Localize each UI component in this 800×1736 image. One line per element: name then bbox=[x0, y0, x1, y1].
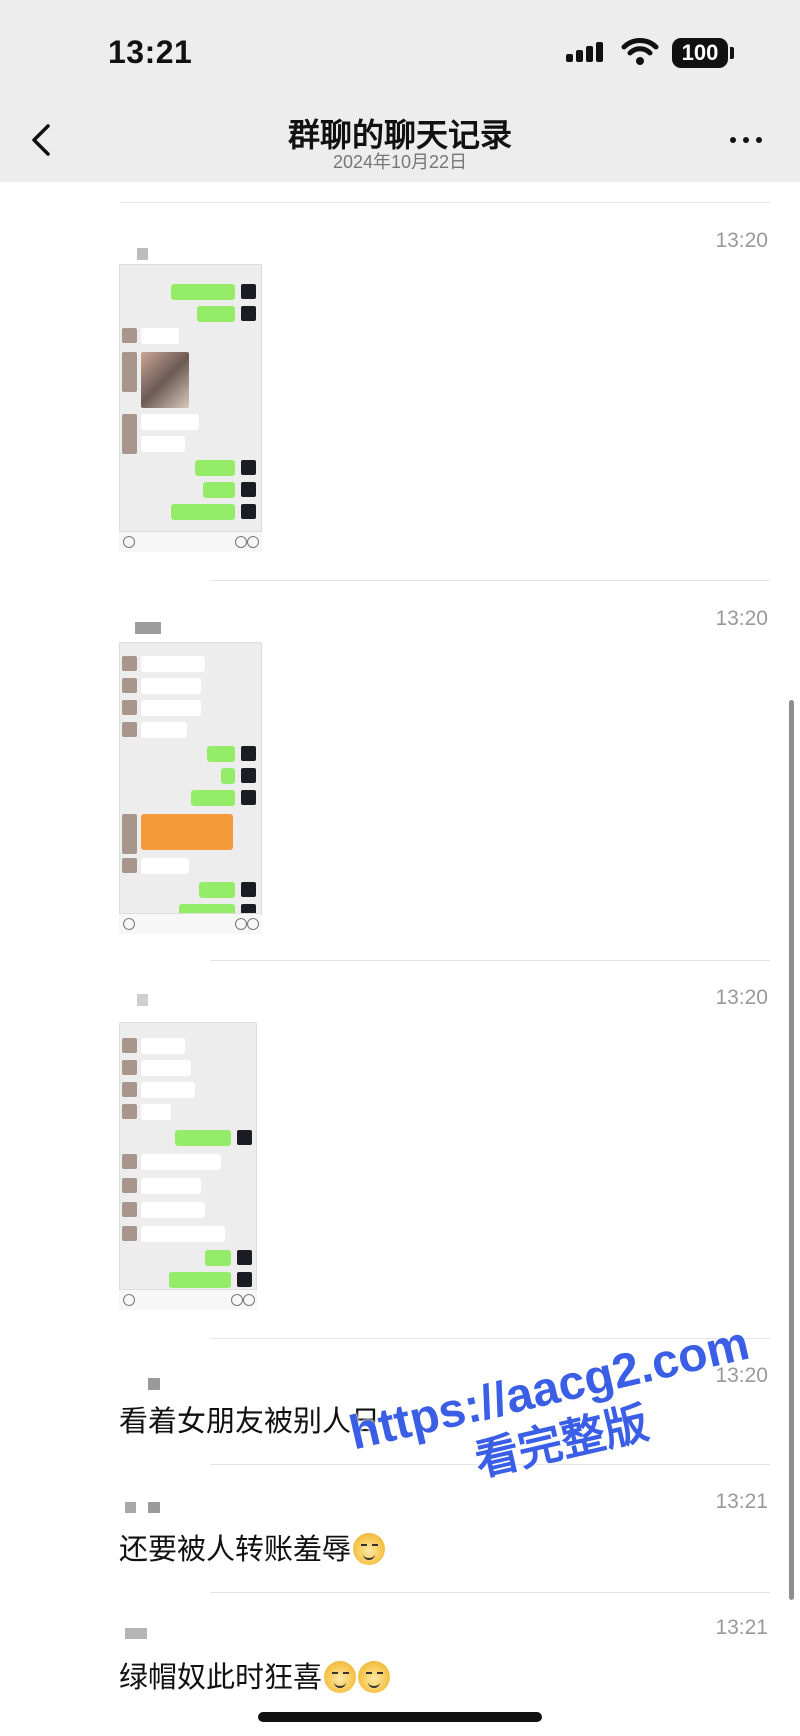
screenshot-image[interactable] bbox=[119, 642, 262, 934]
message-row: 绿帽奴此时狂喜 bbox=[119, 1654, 391, 1696]
screenshot-image[interactable] bbox=[119, 1022, 257, 1310]
battery-icon: 100 bbox=[672, 38, 728, 68]
message-divider bbox=[210, 1592, 770, 1593]
battery-tip bbox=[730, 47, 734, 59]
wifi-icon bbox=[621, 38, 659, 65]
sender-avatar bbox=[148, 1502, 160, 1513]
screenshot-image[interactable] bbox=[119, 264, 262, 552]
message-time: 13:20 bbox=[715, 229, 768, 252]
page-subtitle: 2024年10月22日 bbox=[332, 152, 468, 172]
emoji-icon bbox=[358, 1661, 391, 1693]
sender-avatar bbox=[137, 248, 148, 260]
signal-icon bbox=[566, 40, 608, 62]
home-indicator[interactable] bbox=[258, 1712, 542, 1722]
sender-avatar bbox=[135, 622, 161, 634]
sender-avatar bbox=[125, 1628, 147, 1639]
top-bar: 13:21 100 群聊的聊天记录 2024年10月22日 bbox=[0, 0, 800, 182]
sender-avatar bbox=[148, 1378, 160, 1390]
sender-avatar bbox=[125, 1502, 136, 1513]
message-time: 13:20 bbox=[715, 607, 768, 630]
message-time: 13:20 bbox=[715, 986, 768, 1009]
status-time: 13:21 bbox=[108, 34, 193, 70]
message-text: 还要被人转账羞辱 bbox=[119, 1534, 352, 1566]
watermark: https://aacg2.com 看完整版 bbox=[300, 1308, 800, 1615]
message-time: 13:21 bbox=[715, 1616, 768, 1639]
sender-avatar bbox=[137, 994, 148, 1006]
emoji-icon bbox=[324, 1661, 357, 1693]
message-divider bbox=[210, 960, 770, 961]
message-divider bbox=[210, 580, 770, 581]
more-icon[interactable] bbox=[724, 126, 768, 154]
message-text: 绿帽奴此时狂喜 bbox=[119, 1662, 323, 1694]
message-divider bbox=[120, 202, 770, 203]
